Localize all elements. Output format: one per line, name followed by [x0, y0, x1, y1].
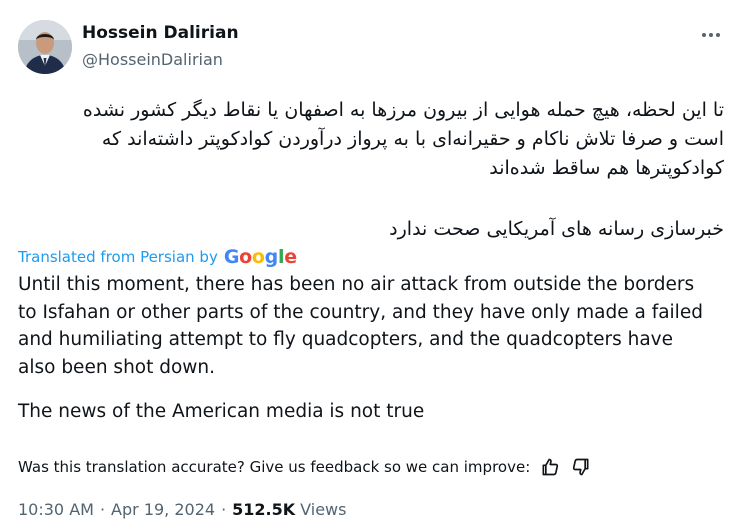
translated-text-second: The news of the American media is not tr… [18, 401, 425, 422]
author-handle[interactable]: @HosseinDalirian [82, 50, 223, 69]
tweet-text-line: تا این لحظه، هیچ حمله هوایی از بیرون مرز… [82, 99, 724, 121]
avatar-image [18, 20, 72, 74]
tweet-date[interactable]: Apr 19, 2024 [111, 500, 215, 519]
meta-separator: · [99, 500, 106, 519]
tweet-text-line: کوادکوپترها هم ساقط شده‌اند [489, 157, 724, 179]
translated-text-line: Until this moment, there has been no air… [18, 274, 695, 295]
tweet-text-persian-second: خبرسازی رسانه های آمریکایی صحت ندارد [389, 218, 724, 240]
translated-text-line: to Isfahan or other parts of the country… [18, 301, 703, 323]
feedback-prompt: Was this translation accurate? Give us f… [18, 458, 531, 476]
thumbs-up-icon [542, 458, 559, 476]
avatar[interactable] [18, 20, 72, 74]
translated-text: Until this moment, there has been no air… [18, 271, 728, 381]
tweet-card: Hossein Dalirian @HosseinDalirian تا این… [0, 0, 740, 529]
views-count[interactable]: 512.5K [232, 500, 295, 519]
translated-attribution-link[interactable]: Translated from Persian by Google [18, 246, 297, 268]
thumbs-down-button[interactable] [570, 456, 592, 478]
thumbs-up-button[interactable] [539, 456, 561, 478]
author-name[interactable]: Hossein Dalirian [82, 23, 239, 43]
meta-separator: · [221, 500, 227, 519]
translation-feedback: Was this translation accurate? Give us f… [18, 456, 592, 478]
translated-label: Translated from Persian by [18, 248, 218, 266]
more-horizontal-icon [702, 33, 720, 37]
google-logo: Google [223, 246, 297, 268]
thumbs-down-icon [573, 458, 589, 476]
tweet-meta: 10:30 AM · Apr 19, 2024 · 512.5K Views [18, 500, 346, 519]
tweet-text-persian: تا این لحظه، هیچ حمله هوایی از بیرون مرز… [18, 96, 724, 183]
translated-text-line: and humiliating attempt to fly quadcopte… [18, 329, 673, 350]
translated-text-line: also been shot down. [18, 356, 216, 378]
tweet-text-line: است و صرفا تلاش ناکام و حقیرانه‌ای با به… [101, 128, 724, 150]
views-label: Views [300, 500, 347, 519]
more-options-button[interactable] [696, 22, 726, 48]
tweet-time[interactable]: 10:30 AM [18, 500, 94, 519]
